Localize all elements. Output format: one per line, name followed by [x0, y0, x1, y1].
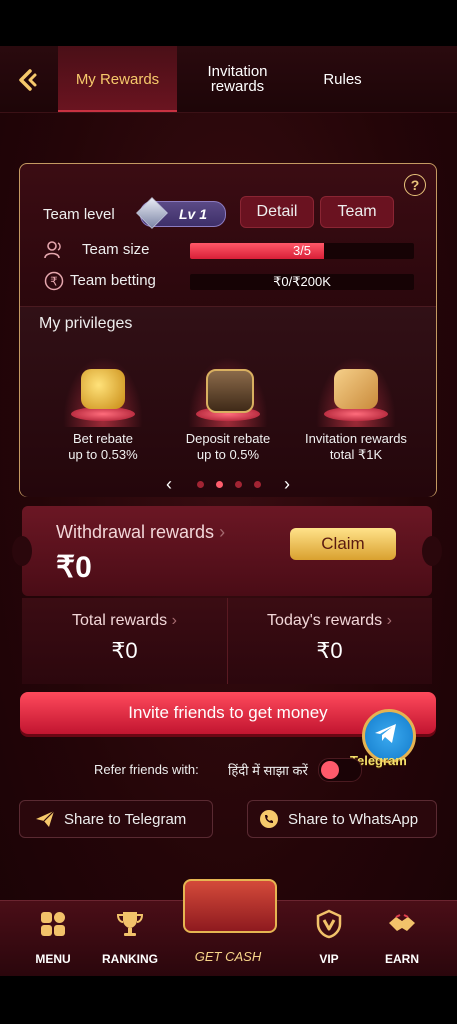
team-size-label: Team size	[82, 241, 150, 258]
withdrawal-amount: ₹0	[56, 551, 92, 584]
team-button[interactable]: Team	[320, 196, 394, 228]
handshake-icon	[389, 914, 415, 931]
privileges-section: My privileges Bet rebate up to 0.53% Dep…	[20, 306, 436, 497]
paper-plane-icon	[36, 810, 55, 827]
nav-vip[interactable]: VIP	[294, 909, 364, 966]
share-whatsapp-label: Share to WhatsApp	[288, 810, 419, 828]
team-betting-bar: ₹0/₹200K	[190, 274, 414, 290]
team-card: ? Team level Lv 1 Detail Team Team size …	[19, 163, 437, 497]
share-telegram-label: Share to Telegram	[64, 810, 187, 828]
carousel-dot[interactable]	[254, 481, 261, 488]
nav-label: MENU	[35, 952, 71, 966]
privilege-deposit-rebate[interactable]: Deposit rebate up to 0.5%	[168, 357, 288, 467]
privilege-label: Bet rebate	[73, 431, 133, 446]
team-betting-value: ₹0/₹200K	[273, 274, 331, 289]
level-badge: Lv 1	[136, 197, 226, 229]
vip-shield-icon	[316, 909, 342, 939]
claim-button[interactable]: Claim	[290, 528, 396, 560]
nav-label: RANKING	[102, 952, 158, 966]
nav-label: VIP	[319, 952, 339, 966]
team-level-label: Team level	[43, 206, 115, 223]
rupee-icon: ₹	[44, 271, 64, 291]
language-toggle[interactable]	[318, 758, 362, 782]
privilege-invitation-rewards[interactable]: Invitation rewards total ₹1K	[296, 357, 416, 467]
privilege-bet-rebate[interactable]: Bet rebate up to 0.53%	[43, 357, 163, 467]
privileges-title: My privileges	[39, 315, 133, 332]
help-icon[interactable]: ?	[404, 174, 426, 196]
share-telegram-button[interactable]: Share to Telegram	[19, 800, 213, 838]
level-badge-text: Lv 1	[179, 206, 208, 222]
team-betting-label: Team betting	[70, 272, 156, 289]
back-icon[interactable]	[14, 66, 42, 94]
tab-label: Invitation rewards	[207, 63, 268, 95]
users-icon	[44, 240, 64, 260]
total-rewards-label: Total rewards	[72, 612, 168, 629]
total-rewards[interactable]: Total rewards › ₹0	[22, 598, 227, 684]
privilege-value: up to 0.53%	[68, 447, 138, 462]
team-size-value: 3/5	[292, 243, 312, 258]
refer-language-label: हिंदी में साझा करें	[228, 763, 308, 778]
privilege-value: total ₹1K	[329, 447, 383, 462]
svg-text:₹: ₹	[50, 275, 58, 289]
tab-invitation-rewards[interactable]: Invitation rewards	[190, 46, 285, 112]
level-gem-icon	[136, 197, 168, 229]
carousel-dot[interactable]	[197, 481, 204, 488]
carousel-dot-active[interactable]	[216, 481, 223, 488]
nav-earn[interactable]: EARN	[367, 909, 437, 966]
nav-label: EARN	[384, 952, 419, 966]
todays-rewards-value: ₹0	[316, 638, 343, 663]
treasure-chest-icon	[183, 879, 277, 933]
detail-button[interactable]: Detail	[240, 196, 314, 228]
trophy-icon	[116, 912, 144, 936]
privilege-value: up to 0.5%	[196, 447, 260, 462]
privilege-label: Deposit rebate	[185, 431, 271, 446]
withdrawal-label-text: Withdrawal rewards	[56, 522, 215, 542]
withdrawal-label[interactable]: Withdrawal rewards ›	[56, 522, 225, 543]
chevron-right-icon[interactable]: ›	[284, 474, 290, 495]
refer-label: Refer friends with:	[94, 762, 199, 777]
tab-label: Rules	[323, 70, 362, 88]
whatsapp-icon	[260, 810, 278, 828]
todays-rewards-label: Today's rewards	[267, 612, 383, 629]
carousel-dot[interactable]	[235, 481, 242, 488]
handshake-icon	[334, 369, 378, 409]
tab-label: My Rewards	[75, 70, 160, 88]
top-nav: My Rewards Invitation rewards Rules	[0, 46, 457, 113]
carousel-nav: ‹ ›	[20, 474, 436, 494]
coins-icon	[81, 369, 125, 409]
rewards-summary: Total rewards › ₹0 Today's rewards › ₹0	[22, 598, 432, 684]
team-size-bar: 3/5	[190, 243, 414, 259]
nav-ranking[interactable]: RANKING	[95, 909, 165, 966]
chevron-left-icon[interactable]: ‹	[166, 474, 172, 495]
nav-menu[interactable]: MENU	[18, 909, 88, 966]
app-screen: My Rewards Invitation rewards Rules ? Te…	[0, 46, 457, 976]
bottom-nav: MENU RANKING GET CASH VIP EARN	[0, 879, 457, 976]
privilege-label: Invitation rewards	[305, 431, 407, 446]
telegram-floating-button[interactable]: Telegram	[350, 709, 416, 769]
treasure-box-icon	[206, 369, 254, 413]
todays-rewards[interactable]: Today's rewards › ₹0	[227, 598, 432, 684]
share-whatsapp-button[interactable]: Share to WhatsApp	[247, 800, 437, 838]
tab-my-rewards[interactable]: My Rewards	[58, 46, 177, 112]
tab-rules[interactable]: Rules	[305, 46, 380, 112]
menu-grid-icon	[41, 912, 65, 936]
total-rewards-value: ₹0	[111, 638, 138, 663]
withdrawal-card: Withdrawal rewards › ₹0 Claim	[12, 506, 442, 596]
nav-label: GET CASH	[194, 949, 262, 964]
nav-get-cash[interactable]: GET CASH	[173, 879, 283, 969]
